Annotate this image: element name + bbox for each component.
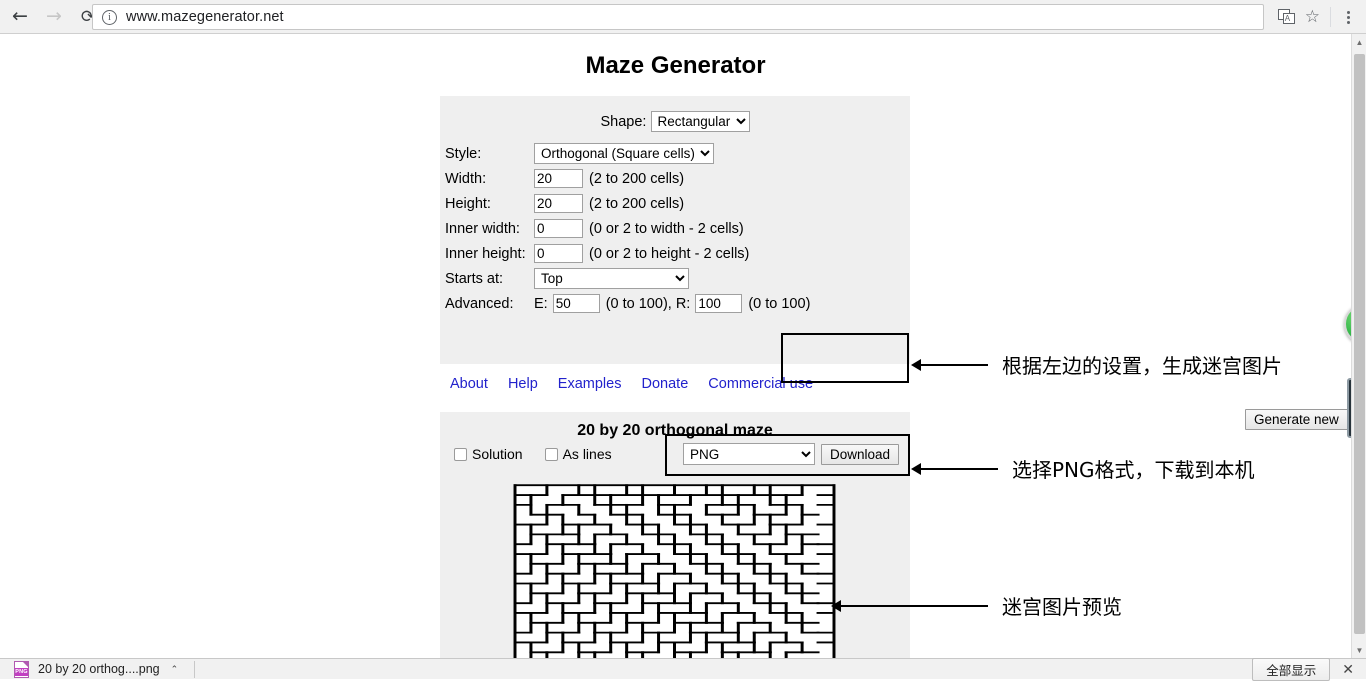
site-info-icon[interactable]: i [102, 10, 117, 25]
height-row: Height: (2 to 200 cells) [445, 191, 810, 216]
download-file-name: 20 by 20 orthog....png [38, 662, 160, 676]
png-file-icon-label: PNG [15, 668, 28, 676]
page-scrollbar[interactable]: ▲ ▼ [1351, 34, 1366, 658]
advanced-e-input[interactable] [553, 294, 600, 313]
starts-at-row: Starts at: Top [445, 266, 810, 291]
style-select[interactable]: Orthogonal (Square cells) [534, 143, 714, 164]
browser-menu-icon[interactable] [1340, 11, 1356, 24]
width-hint: (2 to 200 cells) [589, 171, 684, 187]
chevron-up-icon[interactable]: ⌃ [171, 664, 179, 675]
annotation-generate-text: 根据左边的设置，生成迷宫图片 [1002, 350, 1282, 379]
show-all-downloads-button[interactable]: 全部显示 [1252, 658, 1330, 681]
inner-width-input[interactable] [534, 219, 583, 238]
shape-row: Shape: Rectangular [440, 111, 910, 132]
close-icon[interactable]: ✕ [1342, 661, 1354, 678]
generate-highlight-box [781, 333, 909, 383]
page-viewport: Maze Generator Shape: Rectangular Style:… [0, 34, 1351, 658]
link-donate[interactable]: Donate [642, 376, 689, 392]
url-text: www.mazegenerator.net [126, 9, 284, 25]
advanced-row: Advanced: E: (0 to 100), R: (0 to 100) [445, 291, 810, 316]
arrow-left-icon [911, 359, 921, 371]
annotation-generate: 根据左边的设置，生成迷宫图片 [920, 350, 1282, 379]
browser-toolbar: ← → ⟳ i www.mazegenerator.net A ☆ [0, 0, 1366, 34]
inner-width-hint: (0 or 2 to width - 2 cells) [589, 221, 744, 237]
generate-new-button[interactable]: Generate new [1245, 409, 1348, 430]
scrollbar-up-arrow-icon[interactable]: ▲ [1352, 34, 1366, 50]
back-button[interactable]: ← [6, 3, 34, 31]
link-examples[interactable]: Examples [558, 376, 622, 392]
width-input[interactable] [534, 169, 583, 188]
inner-width-row: Inner width: (0 or 2 to width - 2 cells) [445, 216, 810, 241]
arrow-left-icon [911, 463, 921, 475]
annotation-preview-text: 迷宫图片预览 [1002, 591, 1122, 620]
settings-panel: Shape: Rectangular Style: Orthogonal (Sq… [440, 96, 910, 364]
height-input[interactable] [534, 194, 583, 213]
shape-label: Shape: [601, 114, 647, 130]
advanced-label: Advanced: [445, 296, 534, 312]
forward-button: → [40, 3, 68, 31]
annotation-leader-line [920, 468, 998, 470]
page-title: Maze Generator [0, 52, 1351, 80]
png-file-icon: PNG [14, 661, 29, 678]
annotation-download: 选择PNG格式，下载到本机 [920, 454, 1255, 483]
advanced-e-label: E: [534, 296, 548, 312]
height-hint: (2 to 200 cells) [589, 196, 684, 212]
solution-checkbox[interactable] [454, 448, 467, 461]
download-bar-right-group: 全部显示 ✕ [1252, 658, 1358, 681]
forward-arrow-icon: → [46, 7, 62, 26]
annotation-download-text: 选择PNG格式，下载到本机 [1012, 454, 1255, 483]
inner-height-row: Inner height: (0 or 2 to height - 2 cell… [445, 241, 810, 266]
download-highlight-box [665, 434, 910, 476]
annotation-leader-line [840, 605, 988, 607]
download-bar: PNG 20 by 20 orthog....png ⌃ 全部显示 ✕ [0, 658, 1366, 679]
solution-label: Solution [472, 446, 523, 462]
inner-height-label: Inner height: [445, 246, 534, 262]
back-arrow-icon: ← [12, 7, 28, 26]
maze-options-row: Solution As lines [454, 446, 634, 462]
link-about[interactable]: About [450, 376, 488, 392]
width-row: Width: (2 to 200 cells) [445, 166, 810, 191]
inner-height-hint: (0 or 2 to height - 2 cells) [589, 246, 749, 262]
width-label: Width: [445, 171, 534, 187]
solution-checkbox-row[interactable]: Solution [454, 446, 523, 462]
toolbar-right-group: A ☆ [1278, 0, 1366, 34]
footer-links: About Help Examples Donate Commercial us… [450, 376, 829, 392]
style-row: Style: Orthogonal (Square cells) [445, 141, 810, 166]
link-help[interactable]: Help [508, 376, 538, 392]
style-label: Style: [445, 146, 534, 162]
as-lines-checkbox[interactable] [545, 448, 558, 461]
advanced-r-hint: (0 to 100) [748, 296, 810, 312]
maze-preview-image [513, 484, 836, 658]
download-item[interactable]: PNG 20 by 20 orthog....png ⌃ [14, 659, 178, 680]
inner-width-label: Inner width: [445, 221, 534, 237]
scrollbar-thumb[interactable] [1354, 54, 1365, 634]
settings-form: Style: Orthogonal (Square cells) Width: … [445, 141, 810, 316]
advanced-r-input[interactable] [695, 294, 742, 313]
address-bar[interactable]: i www.mazegenerator.net [92, 4, 1264, 30]
maze-svg [513, 484, 836, 658]
annotation-leader-line [920, 364, 988, 366]
shape-select[interactable]: Rectangular [651, 111, 750, 132]
download-bar-divider [194, 661, 195, 678]
translate-icon[interactable]: A [1278, 9, 1296, 25]
starts-at-label: Starts at: [445, 271, 534, 287]
as-lines-checkbox-row[interactable]: As lines [545, 446, 612, 462]
bookmark-star-icon[interactable]: ☆ [1305, 7, 1320, 27]
inner-height-input[interactable] [534, 244, 583, 263]
height-label: Height: [445, 196, 534, 212]
scrollbar-down-arrow-icon[interactable]: ▼ [1352, 642, 1366, 658]
starts-at-select[interactable]: Top [534, 268, 689, 289]
as-lines-label: As lines [563, 446, 612, 462]
arrow-left-icon [831, 600, 841, 612]
toolbar-divider [1330, 7, 1331, 27]
annotation-preview: 迷宫图片预览 [840, 591, 1122, 620]
advanced-e-hint: (0 to 100), R: [606, 296, 691, 312]
